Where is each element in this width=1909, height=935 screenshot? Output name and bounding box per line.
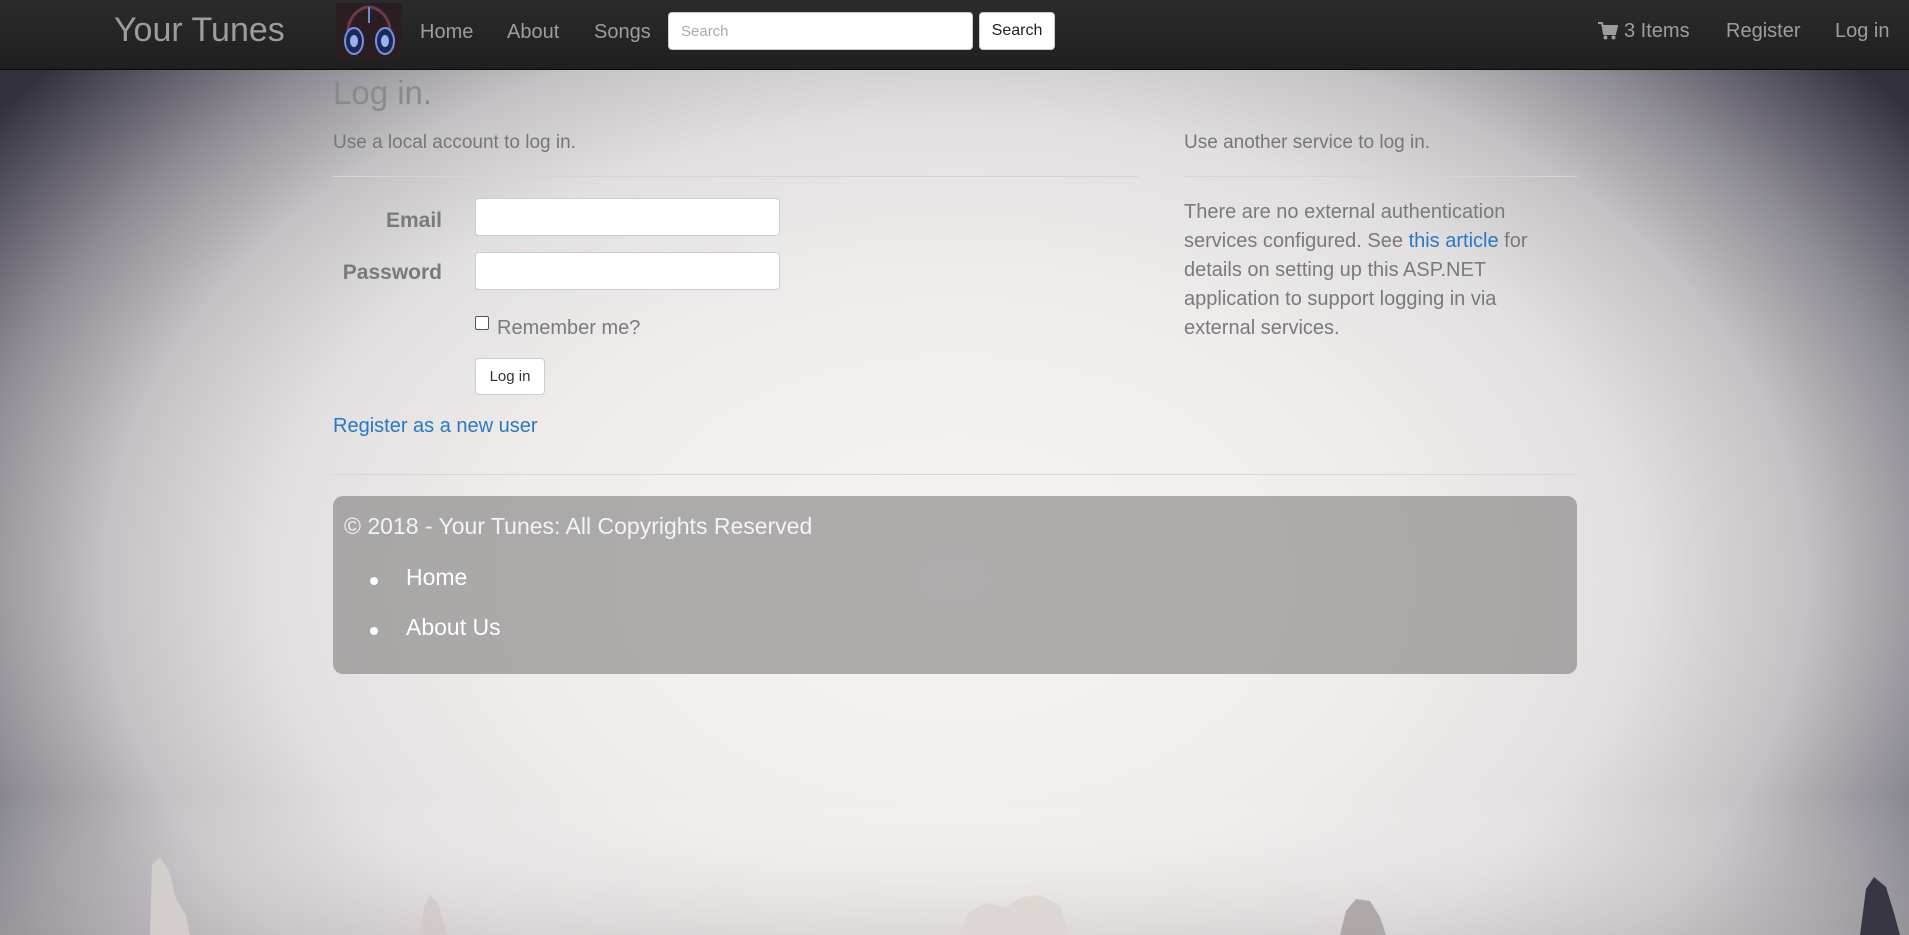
page-footer: © 2018 - Your Tunes: All Copyrights Rese… xyxy=(333,496,1577,674)
search-button[interactable]: Search xyxy=(979,12,1055,50)
footer-home-link[interactable]: Home xyxy=(406,563,467,591)
bullet-icon xyxy=(370,627,378,635)
copyright-text: © 2018 - Your Tunes: All Copyrights Rese… xyxy=(344,513,813,539)
this-article-link[interactable]: this article xyxy=(1409,230,1499,252)
nav-about-link[interactable]: About xyxy=(507,20,559,44)
remember-me-label[interactable]: Remember me? xyxy=(497,316,640,340)
register-new-user-link[interactable]: Register as a new user xyxy=(333,414,538,438)
shopping-cart-icon xyxy=(1598,22,1618,40)
brand-link[interactable]: Your Tunes xyxy=(114,10,285,50)
page-title: Log in. xyxy=(333,74,433,111)
external-auth-message: There are no external authentication ser… xyxy=(1184,198,1564,343)
email-label: Email xyxy=(385,209,442,232)
remember-me-checkbox[interactable] xyxy=(475,316,489,330)
external-login-heading: Use another service to log in. xyxy=(1184,132,1431,153)
cart-label: 3 Items xyxy=(1624,20,1690,42)
login-submit-button[interactable]: Log in xyxy=(475,358,545,395)
cart-link[interactable]: 3 Items xyxy=(1598,19,1690,43)
search-input[interactable] xyxy=(668,12,973,50)
nav-login-link[interactable]: Log in xyxy=(1835,19,1890,43)
top-navbar: Your Tunes Home About Songs Search 3 Ite… xyxy=(0,0,1909,70)
password-label: Password xyxy=(342,261,442,284)
nav-home-link[interactable]: Home xyxy=(420,20,473,44)
email-field[interactable] xyxy=(475,198,780,236)
footer-about-us-link[interactable]: About Us xyxy=(406,613,501,641)
external-divider xyxy=(1184,176,1577,177)
crowd-silhouette-background xyxy=(0,795,1909,935)
password-field[interactable] xyxy=(475,252,780,290)
footer-divider xyxy=(333,474,1577,475)
nav-songs-link[interactable]: Songs xyxy=(594,20,651,44)
bullet-icon xyxy=(370,577,378,585)
local-divider xyxy=(333,176,1138,177)
nav-register-link[interactable]: Register xyxy=(1726,19,1800,43)
headphones-logo-icon[interactable] xyxy=(336,3,402,59)
local-account-heading: Use a local account to log in. xyxy=(333,132,576,153)
